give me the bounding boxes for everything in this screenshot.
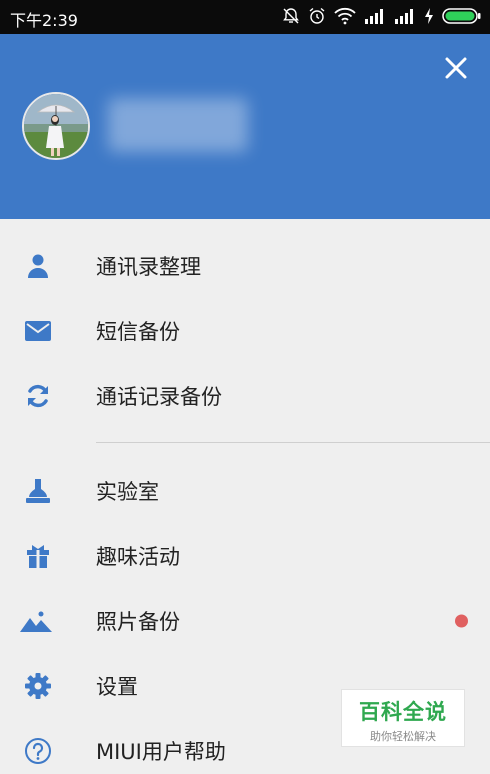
close-icon (445, 57, 467, 79)
menu-item-label: 短信备份 (96, 320, 180, 344)
avatar[interactable] (22, 92, 90, 160)
menu-item-photo-backup[interactable]: 照片备份 (0, 589, 490, 653)
sync-icon (22, 380, 54, 412)
status-icons (282, 7, 482, 25)
watermark-subtitle: 助你轻松解决 (370, 730, 436, 743)
wifi-icon (334, 7, 356, 25)
alarm-off-icon (283, 8, 299, 24)
mail-icon (22, 315, 54, 347)
alarm-clock-icon (309, 7, 325, 24)
menu-item-label: 实验室 (96, 480, 159, 504)
mountain-icon (18, 605, 54, 637)
menu-item-label: 照片备份 (96, 610, 180, 634)
status-bar: 下午2:39 (0, 0, 490, 34)
menu-item-label: MIUI用户帮助 (96, 740, 226, 764)
menu-item-lab[interactable]: 实验室 (0, 459, 490, 523)
gift-icon (22, 540, 54, 572)
close-button[interactable] (444, 56, 468, 80)
signal-icon (365, 9, 383, 24)
battery-icon (442, 8, 481, 24)
person-icon (22, 250, 54, 282)
menu-item-contacts[interactable]: 通讯录整理 (0, 234, 490, 298)
menu-item-label: 通话记录备份 (96, 385, 222, 409)
gear-icon (22, 670, 54, 702)
menu-divider (96, 442, 490, 443)
menu-item-label: 通讯录整理 (96, 255, 201, 279)
help-icon (22, 735, 54, 767)
avatar-photo (24, 94, 88, 158)
menu-item-sms-backup[interactable]: 短信备份 (0, 299, 490, 363)
charging-icon (425, 8, 433, 24)
drawer-header (0, 34, 490, 219)
watermark-title: 百科全说 (359, 700, 447, 724)
flask-icon (22, 475, 54, 507)
menu-item-label: 趣味活动 (96, 545, 180, 569)
menu-item-fun-events[interactable]: 趣味活动 (0, 524, 490, 588)
menu-item-call-log-backup[interactable]: 通话记录备份 (0, 364, 490, 428)
menu-item-label: 设置 (96, 675, 138, 699)
signal-icon (395, 9, 413, 24)
status-time: 下午2:39 (10, 11, 78, 30)
watermark-logo: 百科全说 助你轻松解决 (341, 689, 465, 747)
notification-badge (455, 614, 468, 628)
username-redacted (108, 98, 248, 152)
